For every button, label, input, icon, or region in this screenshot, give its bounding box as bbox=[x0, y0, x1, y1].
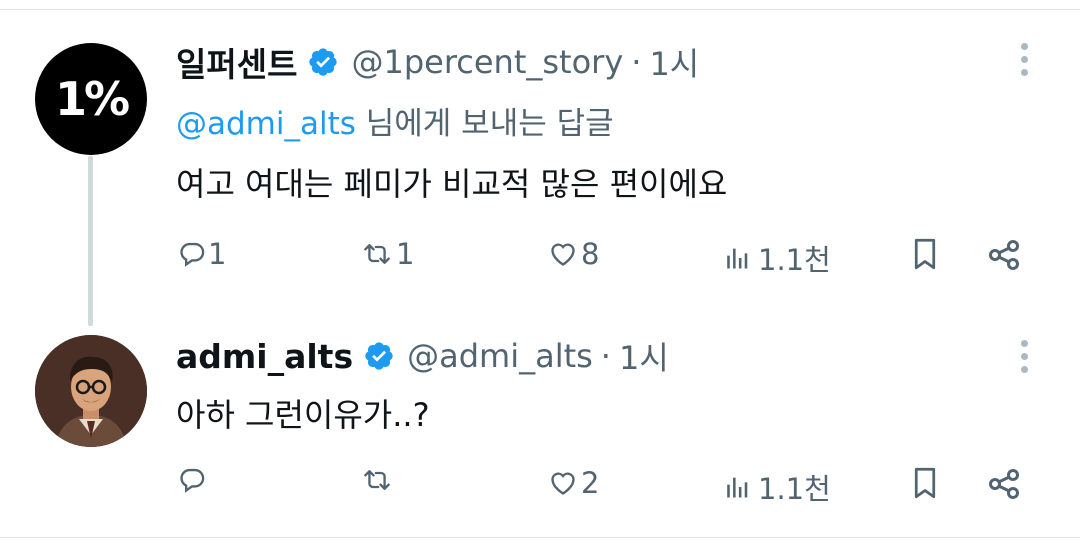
share-icon bbox=[989, 469, 1019, 499]
retweet-button[interactable] bbox=[360, 466, 396, 494]
handle[interactable]: @admi_alts bbox=[407, 337, 593, 375]
tweet-header: 일퍼센트 @1percent_story · 1시 bbox=[176, 38, 699, 86]
share-button[interactable] bbox=[986, 466, 1022, 502]
verified-badge-icon bbox=[309, 48, 338, 76]
avatar-illustration-icon bbox=[35, 335, 147, 447]
display-name[interactable]: admi_alts bbox=[176, 337, 353, 376]
retweet-icon bbox=[364, 244, 390, 264]
retweet-button[interactable]: 1 bbox=[360, 237, 414, 271]
like-count: 2 bbox=[581, 466, 600, 500]
tweet-text: 여고 여대는 페미가 비교적 많은 편이에요 bbox=[176, 165, 728, 203]
bookmark-icon bbox=[914, 467, 936, 499]
thread-connector-line bbox=[88, 156, 93, 326]
reply-button[interactable]: 1 bbox=[178, 237, 226, 271]
like-count: 8 bbox=[581, 237, 600, 271]
bookmark-button[interactable] bbox=[910, 466, 940, 500]
views-count: 1.1천 bbox=[758, 243, 831, 277]
timestamp[interactable]: 1시 bbox=[649, 39, 699, 85]
retweet-icon bbox=[364, 470, 390, 490]
handle[interactable]: @1percent_story bbox=[351, 43, 623, 81]
avatar[interactable] bbox=[35, 335, 147, 447]
reply-button[interactable] bbox=[178, 466, 208, 494]
reply-icon bbox=[180, 242, 205, 267]
more-icon[interactable] bbox=[1016, 43, 1032, 76]
avatar[interactable]: 1% bbox=[35, 43, 147, 155]
share-icon bbox=[989, 240, 1019, 270]
bookmark-icon bbox=[914, 238, 936, 270]
views-button[interactable]: 1.1천 bbox=[722, 237, 831, 279]
like-button[interactable]: 8 bbox=[547, 237, 599, 271]
reply-count: 1 bbox=[208, 237, 227, 271]
bookmark-button[interactable] bbox=[910, 237, 940, 271]
views-button[interactable]: 1.1천 bbox=[722, 466, 831, 508]
more-icon[interactable] bbox=[1016, 340, 1032, 373]
tweet-text: 아하 그런이유가..? bbox=[176, 396, 430, 434]
reply-mention[interactable]: @admi_alts bbox=[176, 106, 356, 142]
views-icon bbox=[727, 248, 748, 269]
like-button[interactable]: 2 bbox=[547, 466, 599, 500]
retweet-count: 1 bbox=[396, 237, 415, 271]
like-icon bbox=[551, 243, 575, 266]
reply-suffix: 님에게 보내는 답글 bbox=[355, 106, 614, 142]
separator-dot: · bbox=[631, 43, 642, 81]
action-bar: 1 1 8 1.1천 bbox=[0, 237, 1080, 277]
reply-icon bbox=[180, 468, 205, 493]
avatar-logo-text: 1% bbox=[54, 72, 130, 126]
verified-badge-icon bbox=[365, 342, 393, 370]
share-button[interactable] bbox=[986, 237, 1022, 273]
tweet-header: admi_alts @admi_alts · 1시 bbox=[176, 333, 669, 379]
views-count: 1.1천 bbox=[758, 472, 831, 506]
timestamp[interactable]: 1시 bbox=[619, 333, 669, 379]
separator-dot: · bbox=[600, 337, 611, 375]
views-icon bbox=[727, 477, 748, 498]
action-bar: 2 1.1천 bbox=[0, 466, 1080, 506]
display-name[interactable]: 일퍼센트 bbox=[176, 38, 297, 86]
top-divider bbox=[0, 9, 1080, 10]
bottom-divider bbox=[0, 537, 1080, 538]
like-icon bbox=[551, 472, 575, 495]
reply-context: @admi_alts 님에게 보내는 답글 bbox=[176, 98, 614, 143]
